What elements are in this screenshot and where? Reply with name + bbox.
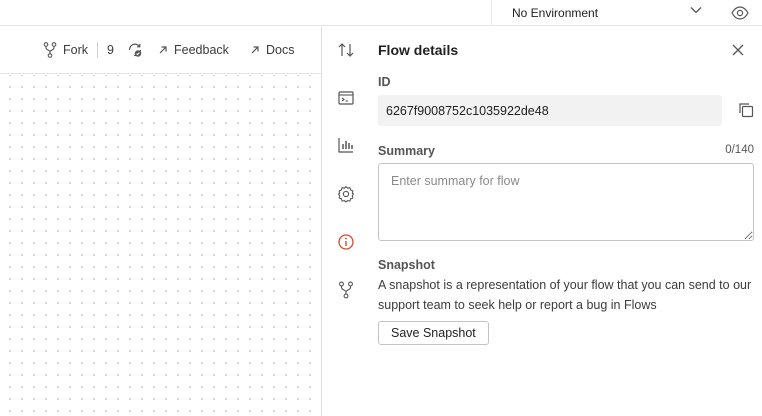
sync-status-icon (128, 43, 142, 57)
sort-arrows-icon (338, 43, 354, 57)
docs-label: Docs (266, 43, 295, 57)
panel-title: Flow details (378, 42, 459, 58)
close-icon (732, 44, 744, 56)
settings-gear-icon (337, 185, 355, 203)
fork-count-value: 9 (107, 43, 114, 57)
summary-input[interactable] (378, 163, 754, 241)
rail-sort-button[interactable] (334, 38, 358, 62)
eye-icon (730, 5, 749, 20)
environment-selector[interactable]: No Environment (491, 0, 717, 26)
save-snapshot-button[interactable]: Save Snapshot (378, 321, 489, 345)
snapshot-description: A snapshot is a representation of your f… (378, 278, 752, 312)
feedback-label: Feedback (174, 43, 229, 57)
flow-canvas[interactable] (0, 75, 321, 416)
fork-count[interactable]: 9 (107, 40, 114, 60)
rail-analytics-button[interactable] (334, 133, 358, 157)
fork-icon (43, 42, 57, 58)
flow-details-panel: Flow details ID 6267f9008752c1035922de48… (370, 26, 762, 416)
right-icon-rail (322, 26, 370, 416)
flow-id-field[interactable]: 6267f9008752c1035922de48 (378, 95, 722, 126)
console-icon (338, 91, 354, 105)
bar-chart-icon (338, 138, 353, 153)
fork-icon (339, 281, 353, 299)
rail-console-button[interactable] (334, 86, 358, 110)
top-bar: No Environment (0, 0, 762, 26)
flow-id-value: 6267f9008752c1035922de48 (386, 103, 549, 118)
id-label: ID (378, 75, 391, 89)
close-panel-button[interactable] (730, 42, 746, 58)
chevron-down-icon (690, 7, 702, 14)
toolbar-separator (97, 42, 98, 58)
fork-button[interactable]: Fork (43, 40, 88, 60)
docs-button[interactable]: Docs (250, 40, 294, 60)
environment-quick-look-button[interactable] (717, 0, 762, 26)
copy-id-button[interactable] (738, 102, 754, 118)
feedback-button[interactable]: Feedback (158, 40, 229, 60)
copy-icon (739, 103, 754, 118)
rail-settings-button[interactable] (334, 182, 358, 206)
sync-status-button[interactable] (127, 40, 149, 60)
summary-character-counter: 0/140 (725, 144, 754, 156)
arrow-up-right-icon (251, 46, 259, 54)
canvas-toolbar: Fork 9 Feedback Docs (0, 26, 321, 74)
rail-fork-button[interactable] (334, 278, 358, 302)
arrow-up-right-icon (159, 46, 167, 54)
rail-info-button[interactable] (334, 230, 358, 254)
environment-selected-value: No Environment (512, 5, 599, 20)
fork-label: Fork (63, 43, 88, 57)
info-icon (338, 234, 354, 250)
snapshot-label: Snapshot (378, 258, 435, 272)
summary-label: Summary (378, 144, 435, 158)
